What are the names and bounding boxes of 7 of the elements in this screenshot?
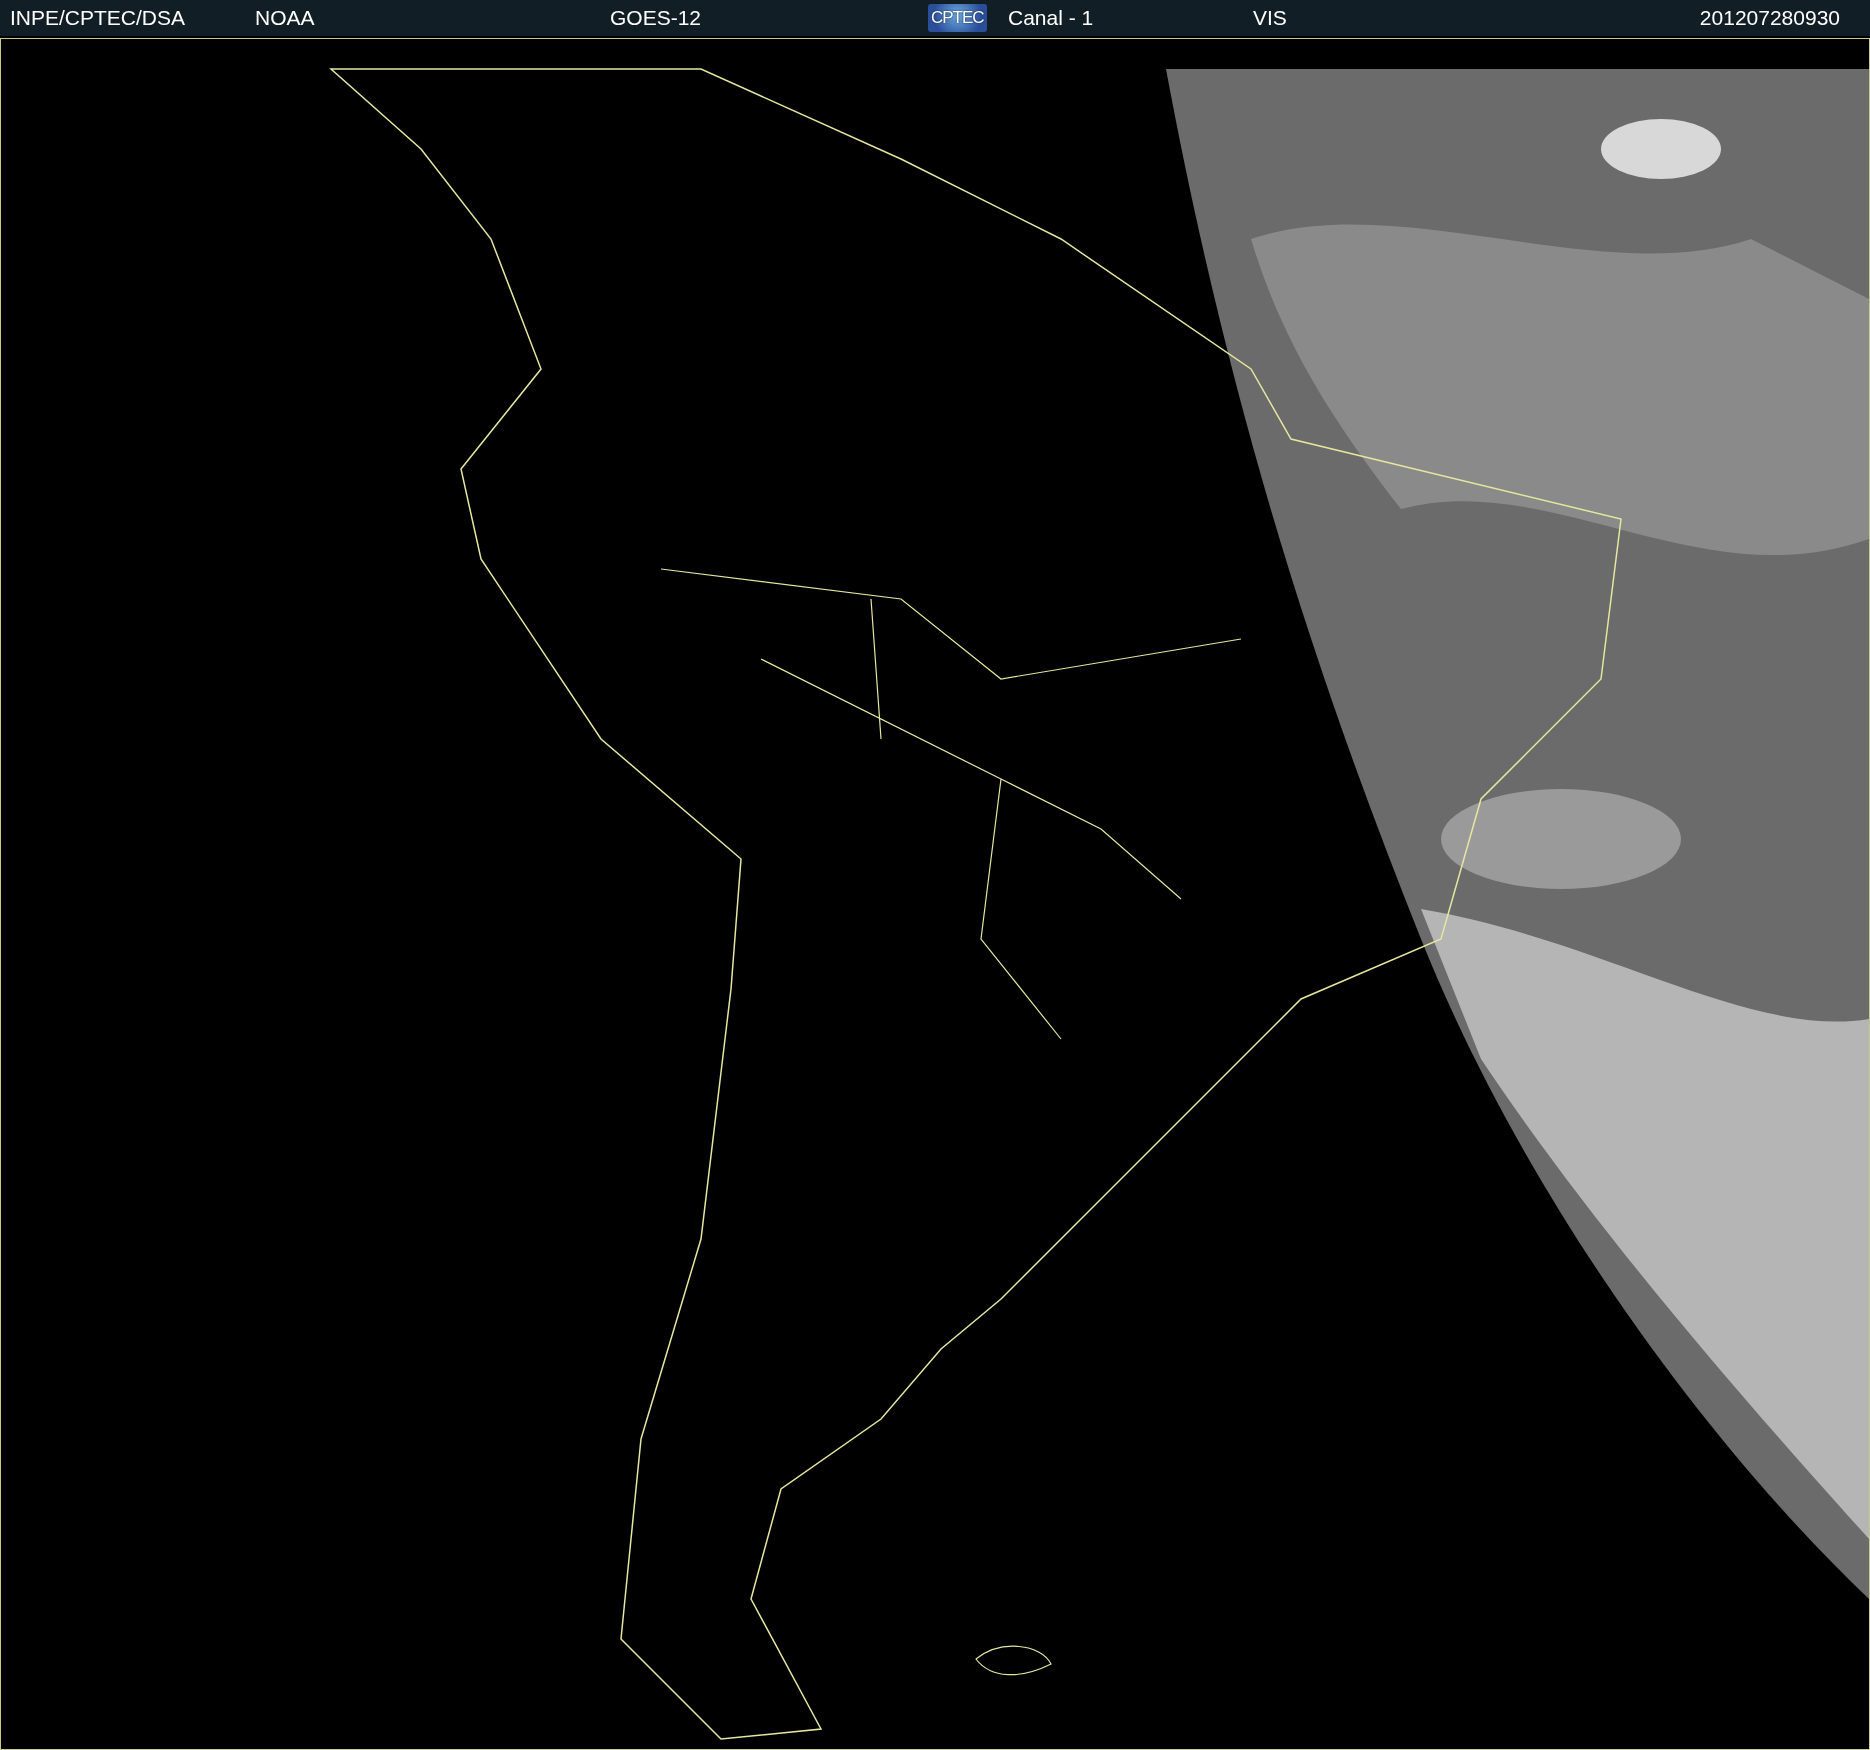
band-label: VIS — [1253, 6, 1287, 30]
agency-label: NOAA — [255, 6, 315, 30]
logo: CPTEC — [928, 4, 987, 32]
source-label: INPE/CPTEC/DSA — [10, 6, 186, 30]
channel-label: Canal - 1 — [1008, 6, 1094, 30]
satellite-label: GOES-12 — [610, 6, 702, 30]
timestamp-label: 201207280930 — [1699, 6, 1840, 30]
